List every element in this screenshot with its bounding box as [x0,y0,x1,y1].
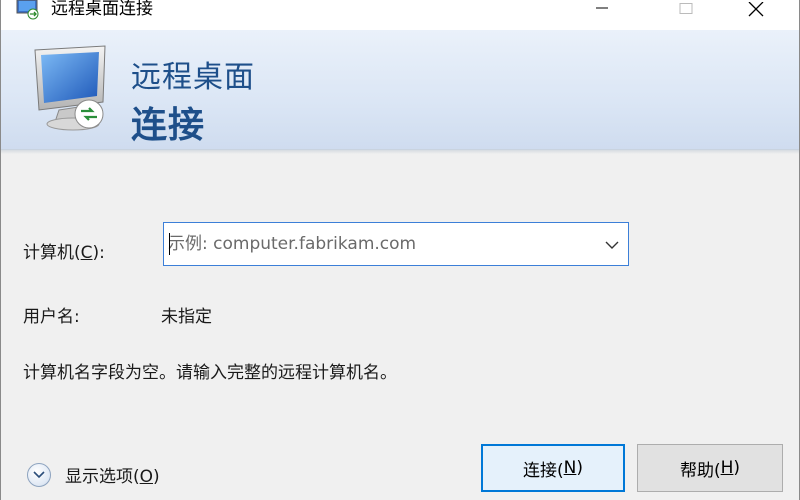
chevron-down-circle-icon[interactable] [27,462,51,487]
maximize-button[interactable] [661,0,711,20]
banner-title-line2: 连接 [131,105,206,146]
title-bar[interactable]: 远程桌面连接 [1,0,799,30]
computer-label: 计算机(C): [23,243,105,263]
remote-desktop-window: 远程桌面连接 远程桌面 连接 计算机(C): 示例: computer.fabr… [0,0,800,500]
text-cursor [169,233,170,255]
show-options-toggle[interactable]: 显示选项(O) [27,462,160,487]
minimize-icon [596,7,608,9]
chevron-down-icon[interactable] [602,235,622,255]
username-label: 用户名: [23,307,80,327]
show-options-label[interactable]: 显示选项(O) [65,462,160,487]
close-icon [748,2,764,17]
help-button[interactable]: 帮助(H) [637,444,783,492]
banner-divider [1,150,799,154]
banner-title-line1: 远程桌面 [131,60,255,95]
computer-input[interactable] [168,223,598,265]
username-value: 未指定 [161,307,212,327]
window-title: 远程桌面连接 [51,0,153,19]
minimize-button[interactable] [577,0,627,20]
header-banner: 远程桌面 连接 [1,30,799,150]
status-message: 计算机名字段为空。请输入完整的远程计算机名。 [23,363,397,383]
monitor-remote-icon [29,44,113,148]
maximize-icon [679,3,693,14]
close-button[interactable] [731,0,781,20]
connect-button[interactable]: 连接(N) [481,444,625,492]
computer-combobox[interactable] [163,222,629,266]
remote-desktop-icon [15,0,41,20]
